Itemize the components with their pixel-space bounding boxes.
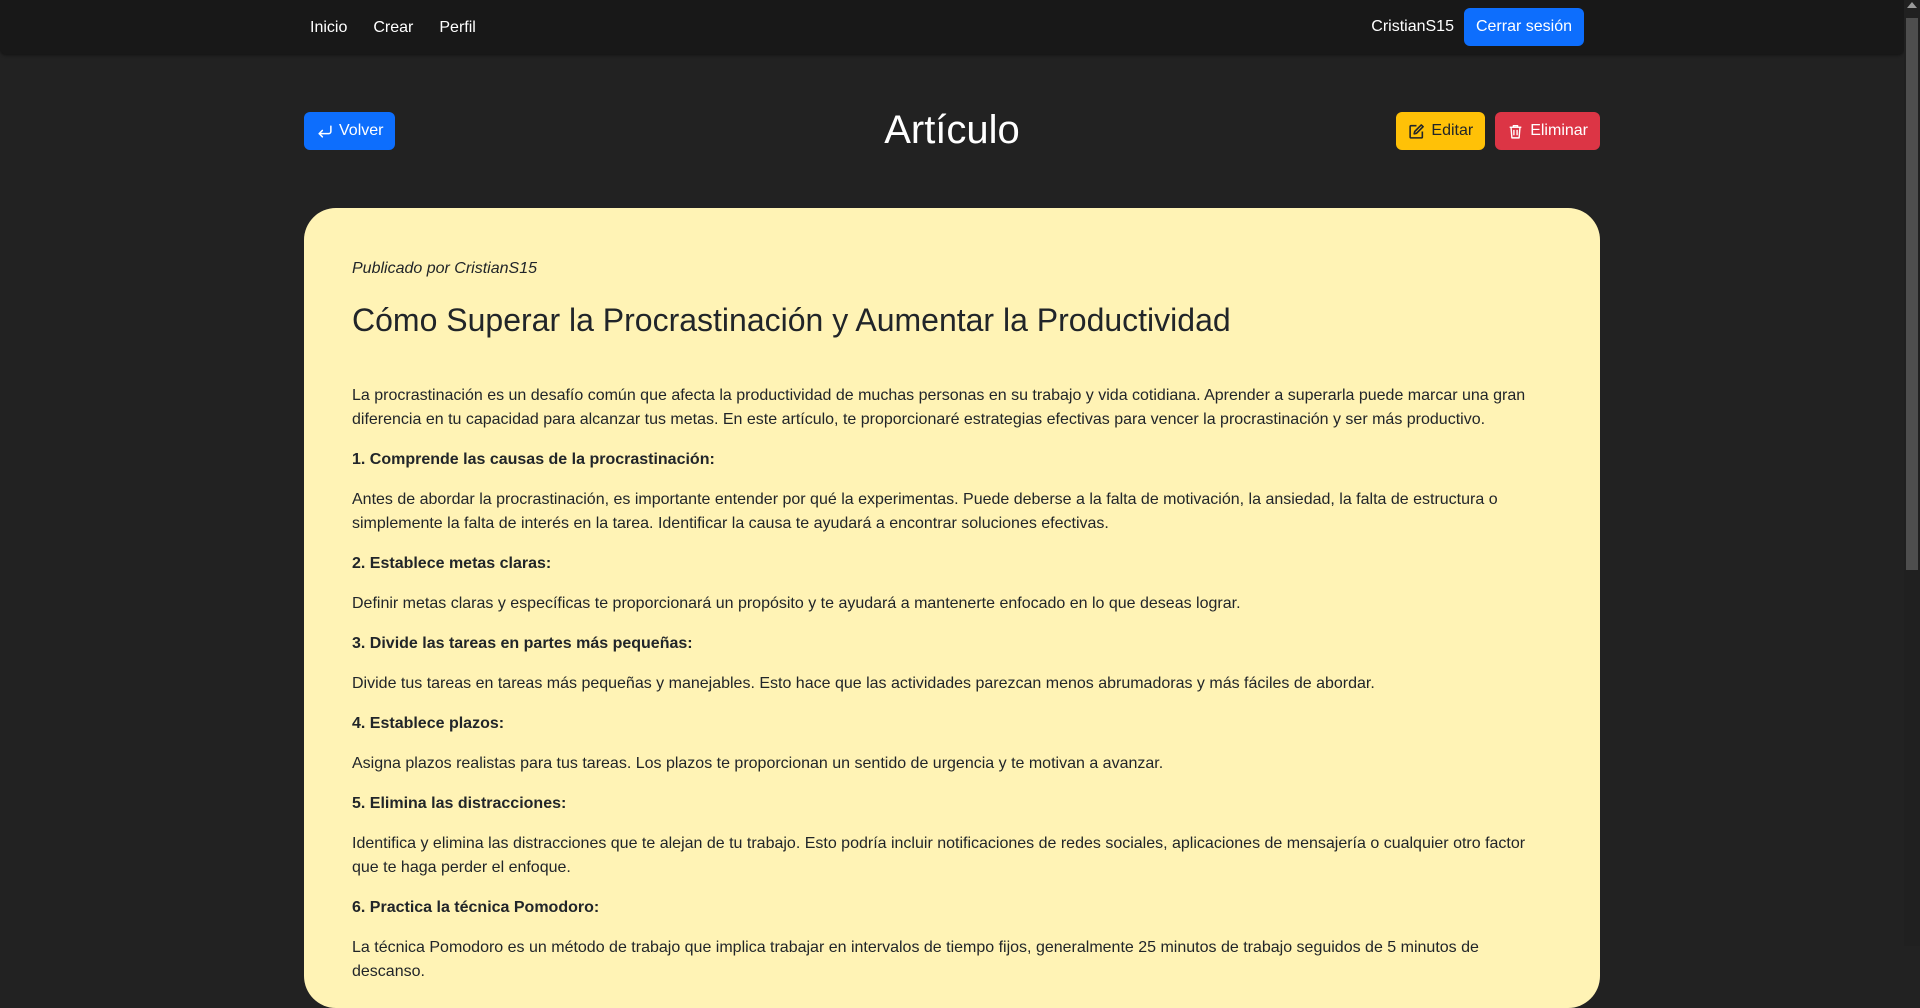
nav-link-crear[interactable]: Crear [373, 19, 413, 37]
article-section-heading: 2. Establece metas claras: [352, 555, 552, 572]
scrollbar-thumb[interactable] [1906, 18, 1918, 570]
article-paragraph: Asigna plazos realistas para tus tareas.… [352, 755, 1164, 772]
back-button[interactable]: Volver [304, 112, 396, 150]
username-label: CristianS15 [1371, 18, 1454, 35]
back-button-label: Volver [339, 122, 384, 139]
edit-button[interactable]: Editar [1396, 112, 1486, 150]
article-title: Cómo Superar la Procrastinación y Aument… [352, 302, 1231, 338]
delete-button[interactable]: Eliminar [1495, 112, 1600, 150]
article-section-heading: 6. Practica la técnica Pomodoro: [352, 899, 600, 916]
trash-icon [1507, 123, 1524, 140]
article-section-heading: 3. Divide las tareas en partes más peque… [352, 635, 693, 652]
nav-link-inicio[interactable]: Inicio [310, 19, 347, 37]
pencil-square-icon [1408, 123, 1425, 140]
top-navbar: Inicio Crear Perfil CristianS15 Cerrar s… [0, 0, 1904, 54]
logout-button[interactable]: Cerrar sesión [1463, 8, 1584, 46]
article-paragraph: Antes de abordar la procrastinación, es … [352, 491, 1498, 532]
article-body: La procrastinación es un desafío común q… [352, 384, 1552, 984]
article-paragraph: La procrastinación es un desafío común q… [352, 387, 1526, 428]
article-paragraph: Divide tus tareas en tareas más pequeñas… [352, 675, 1375, 692]
return-arrow-icon [316, 123, 333, 140]
article-actions: Editar Eliminar [1396, 112, 1600, 150]
page-scrollbar[interactable] [1904, 0, 1920, 946]
nav-links: Inicio Crear Perfil [310, 0, 476, 56]
scroll-up-arrow-icon[interactable] [1907, 2, 1917, 8]
article-section-heading: 5. Elimina las distracciones: [352, 795, 567, 812]
article-card: Publicado por CristianS15 Cómo Superar l… [304, 208, 1600, 1008]
nav-link-perfil[interactable]: Perfil [439, 19, 475, 37]
delete-button-label: Eliminar [1530, 122, 1588, 139]
article-paragraph: Identifica y elimina las distracciones q… [352, 835, 1526, 876]
page-header: Artículo Volver Editar Eliminar [304, 105, 1600, 155]
author-line: Publicado por CristianS15 [352, 260, 537, 277]
article-section-heading: 4. Establece plazos: [352, 715, 505, 732]
nav-user-area: CristianS15 Cerrar sesión [1371, 8, 1584, 46]
edit-button-label: Editar [1431, 122, 1474, 139]
article-section-heading: 1. Comprende las causas de la procrastin… [352, 451, 715, 468]
article-paragraph: Definir metas claras y específicas te pr… [352, 595, 1241, 612]
article-paragraph: La técnica Pomodoro es un método de trab… [352, 939, 1479, 980]
